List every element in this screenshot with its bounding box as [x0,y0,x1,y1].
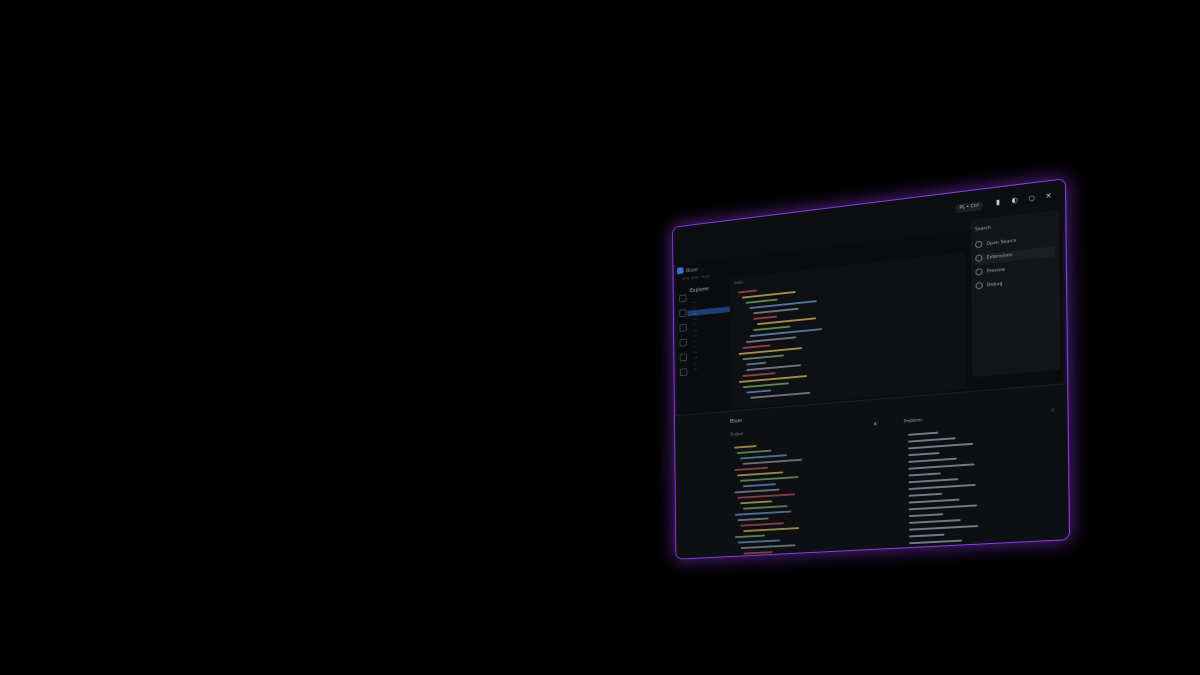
close-icon[interactable]: ✕ [1045,193,1053,201]
editor-tab[interactable]: main [730,252,965,293]
panel-item-icon [975,268,982,276]
app-title: Bluer [686,267,698,274]
panel-item[interactable]: Debug [976,280,1003,293]
problem-line[interactable] [908,450,939,457]
file-tree: Explorer ………………………………… [687,282,731,407]
problem-line[interactable] [909,511,943,518]
app-window-wrapper: PL • Ctrl ▮ ◐ ○ ✕ Bluer File Edit View E… [672,178,1070,560]
output-line [744,549,773,555]
app-logo [677,267,683,274]
panel-item[interactable]: Open Source [975,237,1017,252]
panel-item-icon [975,254,982,262]
panel-search-input[interactable]: Search [975,220,1027,236]
bottom-title: Bluer [730,418,742,425]
settings-icon[interactable] [680,368,687,376]
panel-item-label: Debug [987,282,1002,289]
problem-line[interactable] [908,470,940,477]
filter-icon[interactable]: ◧ [874,421,878,426]
problem-line[interactable] [909,523,978,532]
right-panel: Search Open Source Extensions Preview Debug [971,210,1061,377]
panel-item-label: Open Source [986,239,1016,247]
maximize-icon[interactable]: ▢ [1051,407,1055,412]
code-editor[interactable]: main [730,252,966,408]
problems-tab[interactable]: Problems [904,417,923,423]
panel-item-label: Extensions [987,253,1013,261]
extensions-icon[interactable] [680,353,687,361]
account-icon[interactable]: ○ [1028,195,1035,203]
panel-item-icon [976,282,983,290]
palette-icon[interactable]: ◐ [1011,197,1018,205]
debug-icon[interactable] [680,339,687,347]
problem-line[interactable] [909,532,944,539]
file-icon[interactable]: ▮ [994,199,1001,207]
panel-item-icon [975,241,982,249]
explorer-icon[interactable] [679,294,686,302]
panel-item[interactable]: Preview [975,266,1005,279]
search-icon[interactable] [679,309,686,317]
tree-title: Explorer [690,284,730,294]
problem-line[interactable] [909,544,979,552]
bottom-pane: Bluer Output Problems ◧ ▢ [675,383,1069,559]
shortcut-badge[interactable]: PL • Ctrl [955,201,983,213]
app-window: PL • Ctrl ▮ ◐ ○ ✕ Bluer File Edit View E… [672,178,1070,560]
problem-line[interactable] [908,430,938,437]
panel-item-label: Preview [987,268,1005,275]
problem-line[interactable] [909,491,942,498]
app-menu[interactable]: File Edit View [683,274,711,281]
scene: PL • Ctrl ▮ ◐ ○ ✕ Bluer File Edit View E… [0,0,1200,675]
git-icon[interactable] [679,324,686,332]
output-tab[interactable]: Output [730,431,743,437]
